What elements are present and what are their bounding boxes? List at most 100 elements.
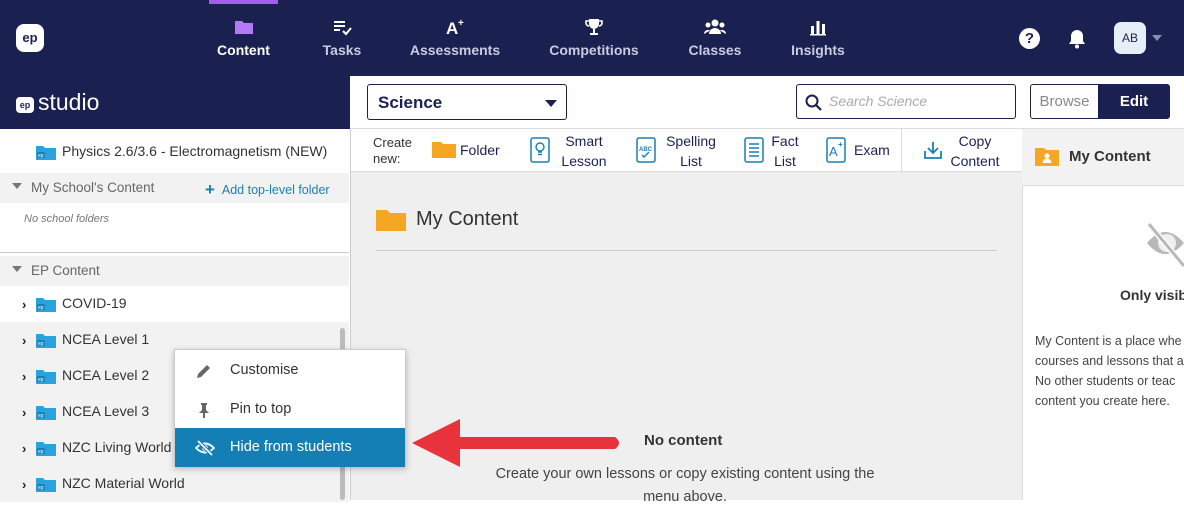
nav-tab-label: Content — [217, 42, 270, 58]
create-new-label: Create new: — [373, 135, 413, 166]
ep-logo[interactable]: ep — [16, 24, 44, 52]
chevron-right-icon[interactable]: › — [22, 333, 26, 348]
plus-icon: + — [205, 180, 215, 199]
desc-line: content you create here. — [1035, 394, 1170, 408]
bell-icon[interactable] — [1068, 28, 1086, 49]
copy-content-button[interactable]: Copy Content — [947, 131, 1003, 171]
create-spelling-list-button[interactable]: Spelling List — [662, 131, 720, 171]
eye-off-icon — [195, 439, 215, 457]
svg-text:ep: ep — [38, 305, 44, 311]
pin-icon — [199, 403, 209, 418]
svg-text:ep: ep — [38, 377, 44, 383]
nav-tab-label: Competitions — [549, 42, 639, 58]
sidebar-item-label: Physics 2.6/3.6 - Electromagnetism (NEW) — [62, 143, 328, 159]
sidebar-item-label: NZC Material World — [62, 475, 185, 491]
folder-icon: ep — [36, 334, 56, 348]
divider — [0, 252, 349, 253]
create-exam-button[interactable]: Exam — [854, 140, 890, 160]
nav-tab-competitions[interactable]: Competitions — [543, 0, 645, 76]
section-label: EP Content — [31, 263, 100, 278]
folder-icon: ep — [36, 370, 56, 384]
sidebar-item[interactable]: ep Physics 2.6/3.6 - Electromagnetism (N… — [0, 134, 349, 170]
menu-item-label: Pin to top — [230, 401, 292, 417]
svg-text:+: + — [838, 140, 843, 149]
spelling-icon[interactable]: ABC — [636, 137, 656, 163]
download-icon[interactable] — [923, 140, 943, 160]
section-label: My School's Content — [31, 180, 155, 195]
chevron-right-icon[interactable]: › — [22, 369, 26, 384]
help-icon[interactable]: ? — [1019, 28, 1040, 49]
create-folder-button[interactable]: Folder — [460, 140, 500, 160]
subject-select[interactable]: Science — [367, 84, 567, 120]
lightbulb-icon[interactable] — [530, 137, 550, 163]
nav-tab-content[interactable]: Content — [210, 0, 277, 76]
sidebar-item-nzc-material-world[interactable]: › ep NZC Material World — [0, 466, 349, 502]
chevron-right-icon[interactable]: › — [22, 441, 26, 456]
annotation-arrow — [412, 419, 619, 467]
search-icon — [805, 94, 822, 111]
svg-text:ep: ep — [38, 153, 44, 159]
nav-tab-assessments[interactable]: A + Assessments — [405, 0, 505, 76]
folder-icon: ep — [36, 146, 56, 160]
tasks-icon — [334, 21, 352, 36]
eye-off-icon — [1147, 222, 1184, 268]
folder-icon[interactable] — [432, 140, 456, 158]
svg-text:ep: ep — [38, 413, 44, 419]
folder-icon: ep — [36, 406, 56, 420]
folder-icon: ep — [36, 442, 56, 456]
chevron-down-icon — [12, 183, 22, 189]
nav-tab-tasks[interactable]: Tasks — [312, 0, 372, 76]
trophy-icon — [585, 19, 603, 35]
svg-text:+: + — [458, 18, 464, 29]
search-box[interactable] — [796, 84, 1016, 119]
chevron-right-icon[interactable]: › — [22, 297, 26, 312]
divider — [376, 250, 997, 251]
sidebar-item-label: NCEA Level 2 — [62, 367, 150, 383]
avatar[interactable]: AB — [1114, 22, 1146, 54]
chevron-down-icon[interactable] — [545, 100, 557, 107]
folder-icon: ep — [36, 478, 56, 492]
menu-item-hide-from-students[interactable]: Hide from students — [175, 428, 405, 467]
desc-line: courses and lessons that a — [1035, 354, 1184, 368]
sidebar-item-label: NZC Living World — [62, 439, 172, 455]
sidebar-item-label: NCEA Level 3 — [62, 403, 150, 419]
create-fact-list-button[interactable]: Fact List — [770, 131, 800, 171]
sidebar-item-covid[interactable]: › ep COVID-19 — [0, 286, 349, 322]
visibility-heading: Only visible — [1120, 287, 1184, 303]
nav-tab-label: Classes — [688, 42, 742, 58]
nav-tab-label: Assessments — [409, 42, 501, 58]
desc-line: My Content is a place whe — [1035, 334, 1182, 348]
menu-item-customise[interactable]: Customise — [175, 351, 405, 390]
exam-icon[interactable]: A + — [826, 137, 846, 163]
ep-content-header[interactable]: EP Content — [0, 256, 349, 286]
no-content-heading: No content — [644, 432, 723, 449]
details-panel-title: My Content — [1069, 148, 1151, 165]
people-icon — [704, 19, 726, 34]
user-folder-icon — [1035, 148, 1059, 166]
chevron-right-icon[interactable]: › — [22, 477, 26, 492]
chevron-down-icon[interactable] — [1152, 35, 1162, 41]
nav-tab-insights[interactable]: Insights — [788, 0, 848, 76]
pencil-icon — [197, 365, 210, 378]
sidebar-item-label: NCEA Level 1 — [62, 331, 150, 347]
svg-text:ABC: ABC — [639, 147, 653, 153]
search-input[interactable] — [829, 93, 1009, 109]
context-menu: Customise Pin to top Hide from students — [174, 349, 406, 467]
svg-text:A: A — [446, 19, 458, 37]
edit-button[interactable]: Edit — [1098, 84, 1170, 119]
menu-item-label: Hide from students — [230, 439, 352, 455]
svg-text:A: A — [829, 144, 838, 159]
add-top-level-folder-link[interactable]: + Add top-level folder — [205, 179, 330, 199]
nav-tab-classes[interactable]: Classes — [685, 0, 745, 76]
add-folder-label: Add top-level folder — [221, 183, 330, 197]
list-icon[interactable] — [744, 137, 764, 163]
menu-item-pin-to-top[interactable]: Pin to top — [175, 390, 405, 429]
folder-icon — [234, 21, 253, 34]
svg-text:ep: ep — [38, 449, 44, 455]
chevron-right-icon[interactable]: › — [22, 405, 26, 420]
svg-text:ep: ep — [38, 341, 44, 347]
sidebar-item-label: COVID-19 — [62, 295, 127, 311]
page-title: My Content — [416, 208, 519, 230]
browse-button[interactable]: Browse — [1030, 84, 1099, 119]
create-smart-lesson-button[interactable]: Smart Lesson — [558, 131, 610, 171]
